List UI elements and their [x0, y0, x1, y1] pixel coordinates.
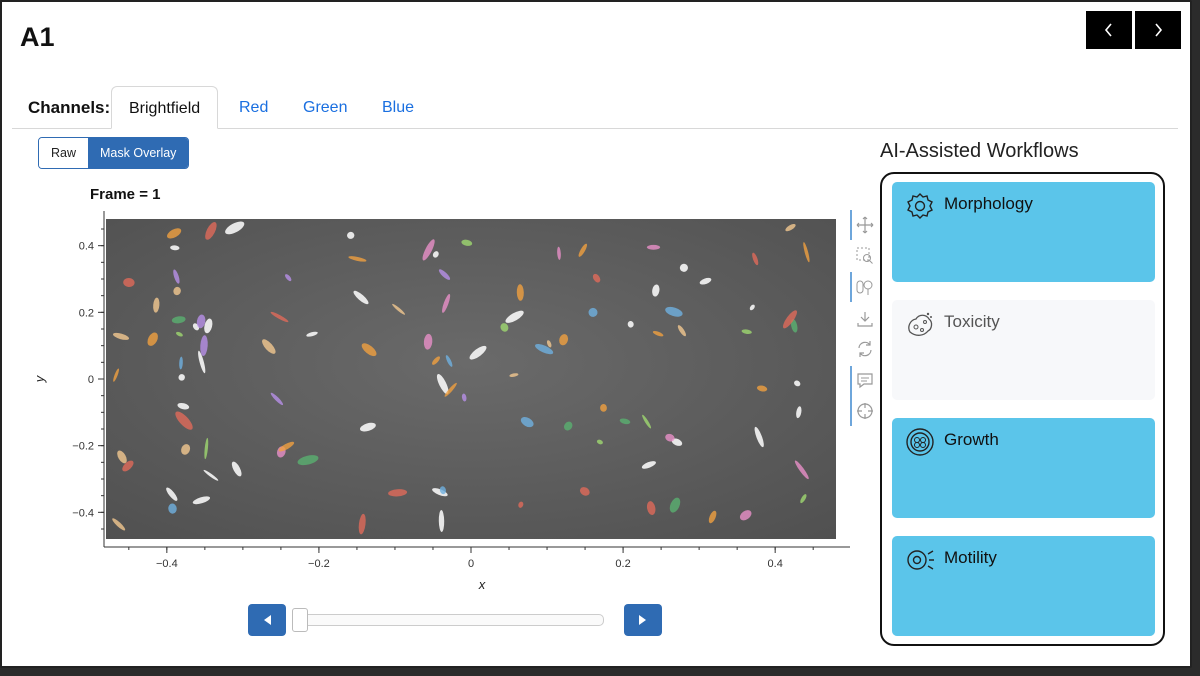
reset-icon[interactable] — [856, 340, 874, 358]
step-forward-button[interactable] — [624, 604, 662, 636]
workflows-panel: Morphology Toxicity Growth Motility — [880, 172, 1165, 646]
workflow-growth[interactable]: Growth — [892, 418, 1155, 518]
y-tick-label: 0 — [88, 374, 94, 386]
x-axis-label: x — [478, 577, 486, 592]
tool-active-indicator — [850, 210, 852, 240]
tab-brightfield[interactable]: Brightfield — [111, 86, 219, 129]
x-tick-label: 0.2 — [615, 558, 630, 570]
workflow-label: Growth — [944, 430, 999, 449]
workflow-label: Motility — [944, 548, 997, 567]
step-forward-icon — [639, 615, 646, 625]
plot-toolbar — [850, 210, 880, 430]
chevron-left-icon — [1104, 23, 1112, 37]
workflows-heading: AI-Assisted Workflows — [880, 140, 1079, 162]
mask-overlay-option[interactable]: Mask Overlay — [88, 138, 189, 168]
save-icon[interactable] — [856, 310, 874, 328]
tool-active-indicator — [850, 272, 852, 302]
x-tick-label: 0.4 — [768, 558, 783, 570]
y-tick-label: 0.2 — [79, 307, 94, 319]
workflow-toxicity[interactable]: Toxicity — [892, 300, 1155, 400]
step-back-button[interactable] — [248, 604, 286, 636]
step-back-icon — [264, 615, 271, 625]
growth-cell-icon — [906, 428, 934, 456]
image-plot[interactable]: 0.4 0.2 0 −0.2 −0.4 −0.4 −0.2 0 0.2 0.4 x y — [32, 207, 852, 597]
raw-option[interactable]: Raw — [39, 138, 89, 168]
y-tick-label: −0.2 — [72, 441, 94, 453]
workflow-motility[interactable]: Motility — [892, 536, 1155, 636]
tab-green[interactable]: Green — [286, 86, 364, 129]
pan-icon[interactable] — [856, 216, 874, 234]
frame-slider-track[interactable] — [294, 614, 604, 626]
chevron-right-icon — [1155, 23, 1163, 37]
y-tick-label: 0.4 — [79, 241, 94, 253]
frame-slider-handle[interactable] — [292, 608, 308, 632]
hover-icon[interactable] — [856, 372, 874, 390]
motility-cell-icon — [907, 550, 934, 570]
toxicity-cell-icon — [908, 312, 933, 336]
tab-blue[interactable]: Blue — [365, 86, 431, 129]
tab-red[interactable]: Red — [222, 86, 285, 129]
view-toggle: Raw Mask Overlay — [38, 137, 190, 169]
box-zoom-icon[interactable] — [856, 247, 874, 265]
x-tick-label: −0.2 — [308, 558, 330, 570]
gear-cell-icon — [907, 193, 933, 219]
wheel-zoom-icon[interactable] — [856, 278, 874, 296]
channels-label: Channels: — [28, 98, 111, 117]
y-axis: 0.4 0.2 0 −0.2 −0.4 — [72, 211, 105, 547]
app-window: A1 Channels: Brightfield Red Green Blue … — [0, 0, 1192, 668]
page-title: A1 — [20, 22, 55, 52]
microscopy-image — [106, 219, 836, 539]
prev-well-button[interactable] — [1086, 11, 1132, 49]
x-tick-label: 0 — [468, 558, 474, 570]
workflow-label: Morphology — [944, 194, 1033, 213]
cell-mask — [646, 244, 661, 250]
next-well-button[interactable] — [1135, 11, 1181, 49]
y-axis-label: y — [32, 374, 47, 383]
workflow-morphology[interactable]: Morphology — [892, 182, 1155, 282]
plot-title: Frame = 1 — [90, 186, 161, 203]
tool-active-indicator — [850, 366, 852, 426]
x-axis: −0.4 −0.2 0 0.2 0.4 — [104, 546, 850, 570]
y-tick-label: −0.4 — [72, 507, 94, 519]
x-tick-label: −0.4 — [156, 558, 178, 570]
crosshair-icon[interactable] — [856, 402, 874, 420]
workflow-label: Toxicity — [944, 312, 1000, 331]
